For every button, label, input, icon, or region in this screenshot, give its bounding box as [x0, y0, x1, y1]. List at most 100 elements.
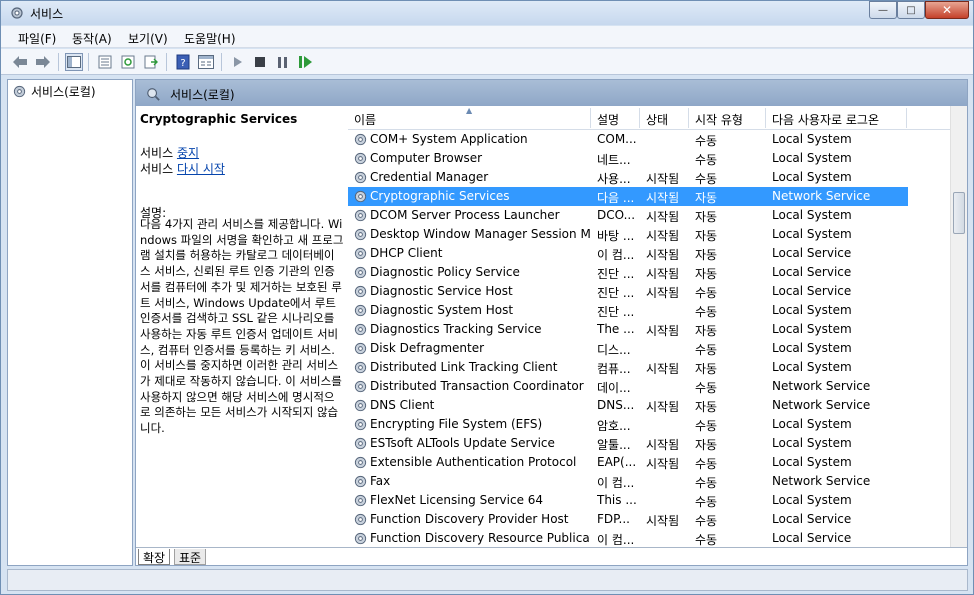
service-row[interactable]: Distributed Link Tracking Client 컴퓨... 시작됨… — [348, 358, 908, 377]
refresh-icon[interactable] — [119, 53, 137, 71]
service-startup-type: 수동 — [695, 153, 718, 167]
service-row[interactable]: FlexNet Licensing Service 64 This ... 수동 Lo… — [348, 491, 908, 510]
services-window: 서비스 — □ ✕ 파일(F) 동작(A) 보기(V) 도움말(H) ? 서비스… — [0, 0, 974, 595]
restart-service-icon[interactable] — [297, 53, 315, 71]
forward-arrow-icon[interactable] — [34, 53, 52, 71]
service-description: 네트... — [597, 153, 631, 167]
export-list-icon[interactable] — [142, 53, 160, 71]
close-button[interactable]: ✕ — [925, 1, 969, 19]
service-row[interactable]: COM+ System Application COM... 수동 Local Sys… — [348, 130, 908, 149]
service-description: 데이... — [597, 381, 631, 395]
restart-service-link[interactable]: 다시 시작 — [177, 162, 225, 176]
services-gear-icon — [11, 7, 23, 19]
maximize-button[interactable]: □ — [897, 1, 925, 19]
tab-standard[interactable]: 표준 — [174, 549, 207, 565]
service-description: COM... — [597, 132, 637, 146]
column-log-on-as[interactable]: 다음 사용자로 로그온 — [772, 111, 879, 128]
pause-service-icon[interactable] — [274, 53, 292, 71]
mmc-view-icon[interactable] — [197, 53, 215, 71]
service-description: DCO... — [597, 208, 636, 222]
service-status: 시작됨 — [646, 267, 680, 281]
service-log-on-as: Local System — [772, 170, 852, 184]
service-description: The ... — [597, 322, 635, 336]
service-row[interactable]: Distributed Transaction Coordinator 데이...… — [348, 377, 908, 396]
service-row[interactable]: ESTsoft ALTools Update Service 알툴... 시작됨 자동… — [348, 434, 908, 453]
service-row[interactable]: Diagnostic System Host 진단 ... 수동 Local Syst… — [348, 301, 908, 320]
service-row[interactable]: Diagnostics Tracking Service The ... 시작됨 자동… — [348, 320, 908, 339]
service-row[interactable]: DNS Client DNS... 시작됨 자동 Network Service — [348, 396, 908, 415]
stop-line: 서비스 중지 — [140, 144, 199, 161]
service-row[interactable]: Computer Browser 네트... 수동 Local System — [348, 149, 908, 168]
tree-item-services-local[interactable]: 서비스(로컬) — [12, 83, 96, 100]
service-row[interactable]: Diagnostic Service Host 진단 ... 시작됨 수동 Local … — [348, 282, 908, 301]
service-startup-type: 자동 — [695, 400, 718, 414]
column-startup-type[interactable]: 시작 유형 — [695, 111, 743, 128]
scrollbar-thumb[interactable] — [953, 192, 965, 234]
window-title: 서비스 — [30, 7, 64, 21]
service-status: 시작됨 — [646, 229, 680, 243]
service-gear-icon — [354, 190, 367, 203]
service-gear-icon — [354, 285, 367, 298]
start-service-icon[interactable] — [229, 53, 247, 71]
service-log-on-as: Local System — [772, 227, 852, 241]
service-row[interactable]: Encrypting File System (EFS) 암호... 수동 Local… — [348, 415, 908, 434]
service-startup-type: 수동 — [695, 381, 718, 395]
menu-action[interactable]: 동작(A) — [72, 30, 112, 47]
service-gear-icon — [354, 513, 367, 526]
service-status: 시작됨 — [646, 248, 680, 262]
menu-help[interactable]: 도움말(H) — [184, 30, 236, 47]
service-startup-type: 자동 — [695, 324, 718, 338]
service-row[interactable]: Extensible Authentication Protocol EAP(..… — [348, 453, 908, 472]
service-log-on-as: Local System — [772, 360, 852, 374]
service-row[interactable]: Disk Defragmenter 디스... 수동 Local System — [348, 339, 908, 358]
service-name: Disk Defragmenter — [370, 341, 485, 355]
back-arrow-icon[interactable] — [11, 53, 29, 71]
minimize-button[interactable]: — — [869, 1, 897, 19]
service-gear-icon — [354, 380, 367, 393]
column-name[interactable]: 이름 — [354, 111, 376, 128]
service-row[interactable]: Function Discovery Provider Host FDP... 시작… — [348, 510, 908, 529]
service-description: 사용... — [597, 172, 631, 186]
service-description: 이 컴... — [597, 248, 635, 262]
stop-service-icon[interactable] — [251, 53, 269, 71]
service-gear-icon — [354, 494, 367, 507]
status-bar — [7, 569, 968, 591]
column-description[interactable]: 설명 — [597, 111, 619, 128]
service-log-on-as: Local System — [772, 417, 852, 431]
menu-view[interactable]: 보기(V) — [128, 30, 168, 47]
service-log-on-as: Local System — [772, 341, 852, 355]
service-gear-icon — [354, 437, 367, 450]
service-row[interactable]: Function Discovery Resource Publication 이… — [348, 529, 908, 547]
service-startup-type: 수동 — [695, 495, 718, 509]
service-row[interactable]: Diagnostic Policy Service 진단 ... 시작됨 자동 Loca… — [348, 263, 908, 282]
service-row[interactable]: Credential Manager 사용... 시작됨 수동 Local System — [348, 168, 908, 187]
service-description: 컴퓨... — [597, 362, 631, 376]
title-bar: 서비스 — □ ✕ — [1, 1, 973, 25]
service-description: This ... — [597, 493, 637, 507]
column-status[interactable]: 상태 — [646, 111, 668, 128]
service-gear-icon — [354, 418, 367, 431]
service-gear-icon — [354, 304, 367, 317]
service-startup-type: 자동 — [695, 248, 718, 262]
service-name: FlexNet Licensing Service 64 — [370, 493, 544, 507]
service-row[interactable]: DCOM Server Process Launcher DCO... 시작됨 자동 L… — [348, 206, 908, 225]
service-row[interactable]: Cryptographic Services 다음 ... 시작됨 자동 Network… — [348, 187, 908, 206]
service-description: 암호... — [597, 419, 631, 433]
stop-service-link[interactable]: 중지 — [177, 146, 199, 160]
service-name: Function Discovery Provider Host — [370, 512, 569, 526]
menu-file[interactable]: 파일(F) — [18, 30, 56, 47]
service-row[interactable]: DHCP Client 이 컴... 시작됨 자동 Local Service — [348, 244, 908, 263]
service-log-on-as: Network Service — [772, 379, 871, 393]
help-icon[interactable]: ? — [174, 53, 192, 71]
service-description: 이 컴... — [597, 476, 635, 490]
vertical-scrollbar[interactable] — [950, 106, 967, 547]
show-hide-tree-icon[interactable] — [65, 53, 83, 71]
properties-icon[interactable] — [96, 53, 114, 71]
service-row[interactable]: Fax 이 컴... 수동 Network Service — [348, 472, 908, 491]
service-name: Distributed Transaction Coordinator — [370, 379, 584, 393]
tab-extended[interactable]: 확장 — [138, 549, 171, 565]
service-row[interactable]: Desktop Window Manager Session Ma... 바탕 .… — [348, 225, 908, 244]
service-startup-type: 수동 — [695, 172, 718, 186]
tree-item-label: 서비스(로컬) — [31, 85, 96, 99]
services-list: ▲ 이름 설명 상태 시작 유형 다음 사용자로 로그온 COM+ System… — [348, 106, 967, 547]
